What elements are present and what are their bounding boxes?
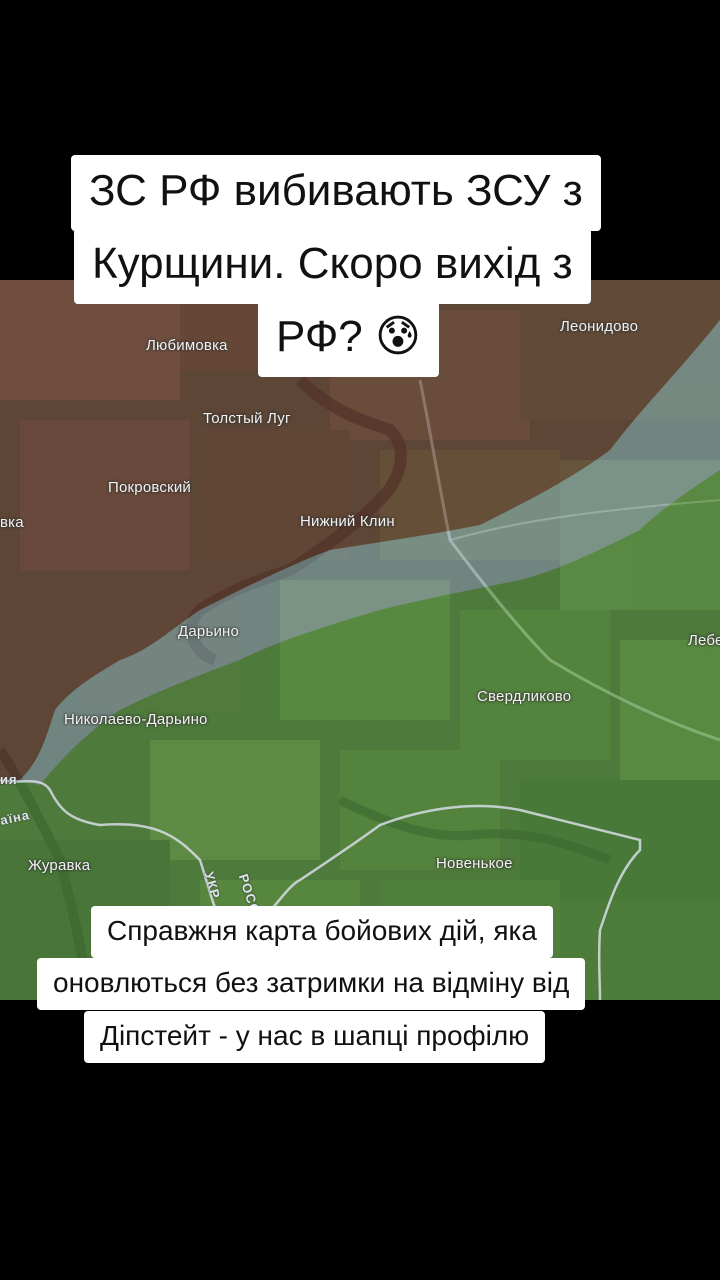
place-vka: вка	[0, 514, 24, 531]
title-line-3: РФ? 😰	[258, 301, 439, 377]
subtitle-line-1: Справжня карта бойових дій, яка	[91, 906, 553, 958]
frontline-map: Любимовка Леонидово Толстый Луг Покровск…	[0, 280, 720, 1000]
place-daryino: Дарьино	[178, 623, 240, 640]
place-leonidovo: Леонидово	[560, 318, 639, 335]
place-sverdlikovo: Свердликово	[477, 688, 572, 705]
subtitle-line-2: оновлються без затримки на відміну від	[37, 958, 586, 1010]
map-terrain	[0, 280, 720, 1000]
place-lebe: Лебе	[688, 632, 720, 649]
place-novenkoe: Новенькое	[436, 855, 513, 872]
place-pokrovskiy: Покровский	[108, 479, 191, 496]
title-line-2: Курщини. Скоро вихід з	[74, 228, 591, 304]
border-label-rossiya: ия	[0, 772, 18, 787]
place-zhuravka: Журавка	[28, 857, 91, 874]
subtitle-line-3: Діпстейт - у нас в шапці профілю	[84, 1011, 546, 1063]
place-nikolaevo-daryino: Николаево-Дарьино	[64, 711, 208, 728]
title-line-1: ЗС РФ вибивають ЗСУ з	[71, 155, 601, 231]
place-lyubimovka: Любимовка	[146, 337, 228, 354]
place-tolstyi-lug: Толстый Луг	[203, 410, 291, 427]
place-nizhniy-klin: Нижний Клин	[300, 513, 395, 530]
